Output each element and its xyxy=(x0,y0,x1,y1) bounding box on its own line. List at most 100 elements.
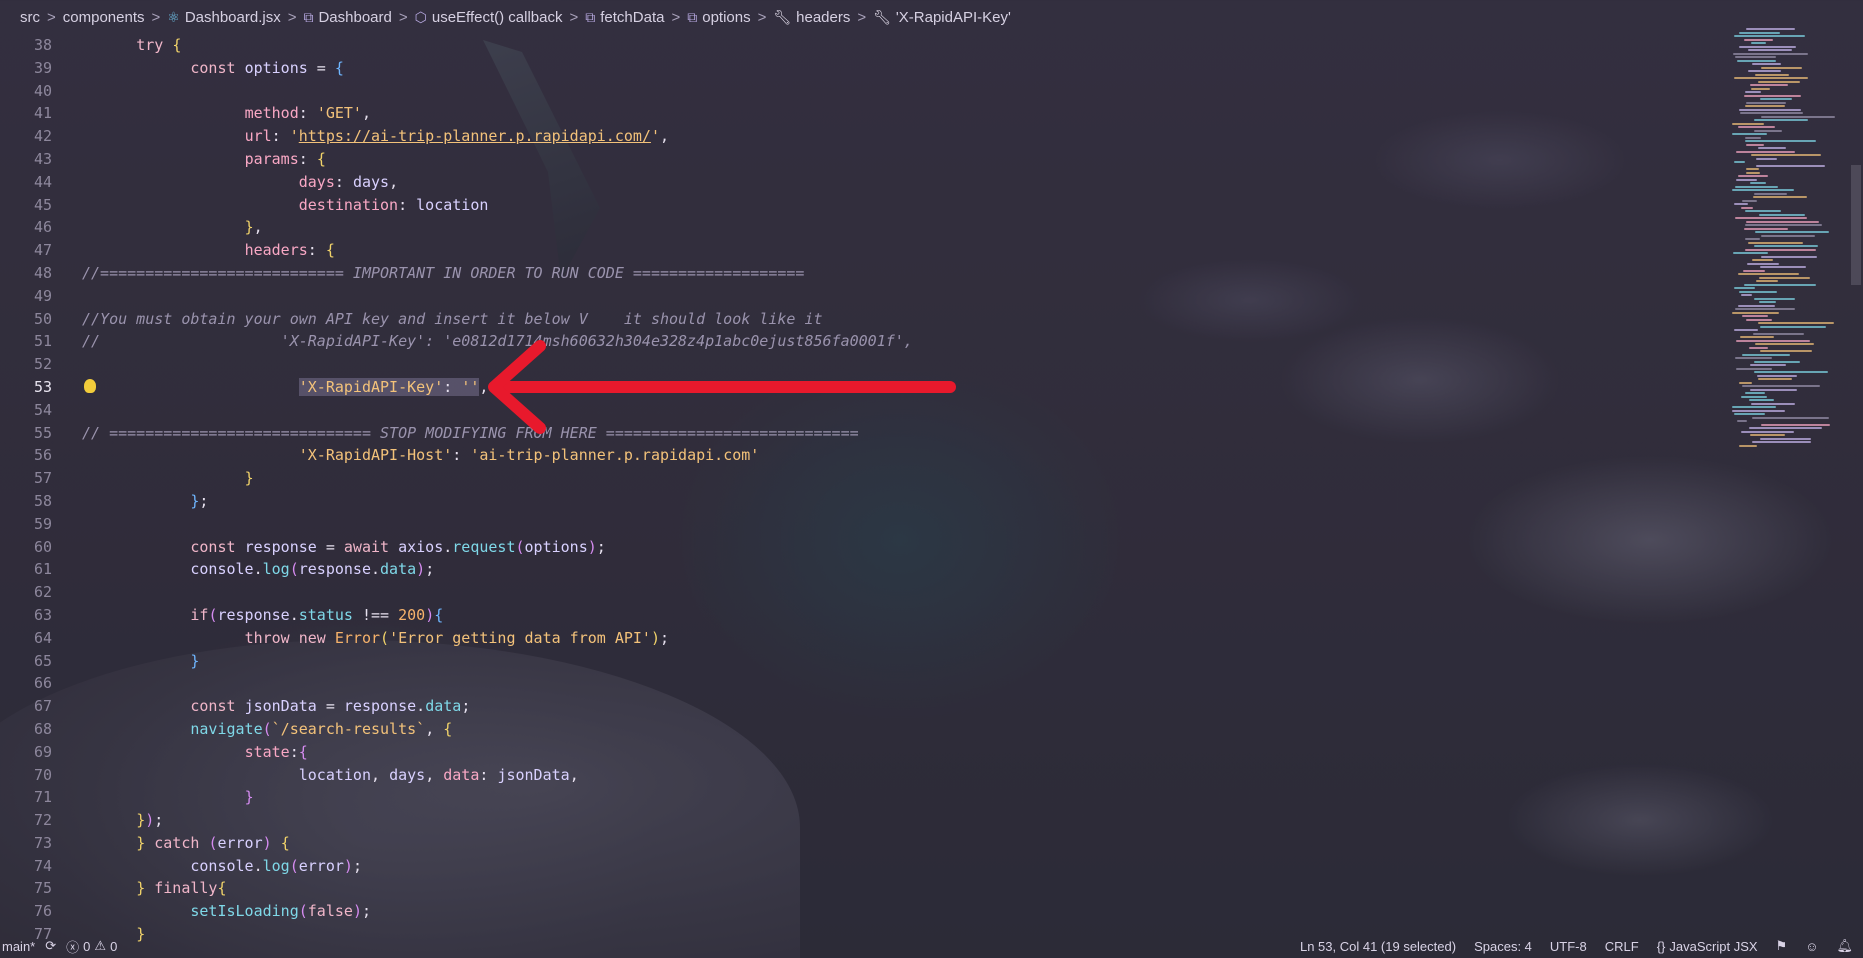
minimap-row xyxy=(1754,119,1808,121)
minimap-row xyxy=(1733,252,1768,254)
code-line: 38 try { xyxy=(0,34,1720,57)
minimap-row xyxy=(1741,430,1794,433)
line-number: 44 xyxy=(33,172,52,191)
minimap-row xyxy=(1736,150,1795,153)
minimap-row xyxy=(1736,367,1772,370)
breadcrumb-item-components[interactable]: components xyxy=(63,9,145,26)
minimap-row xyxy=(1745,248,1816,251)
wrench-icon: 🔧︎ xyxy=(873,8,891,25)
minimap-row xyxy=(1746,101,1786,104)
code-line: 59 xyxy=(0,513,1720,536)
line-number: 50 xyxy=(33,309,52,328)
minimap-row xyxy=(1755,343,1814,345)
breadcrumb-item-useeffect[interactable]: ⬡ useEffect() callback xyxy=(415,9,563,26)
minimap-row xyxy=(1744,283,1816,286)
cursor-position[interactable]: Ln 53, Col 41 (19 selected) xyxy=(1300,939,1456,954)
line-number: 56 xyxy=(33,446,52,465)
chevron-right-icon: > xyxy=(857,8,867,26)
scrollbar-thumb[interactable] xyxy=(1851,165,1861,285)
minimap-row xyxy=(1750,388,1797,391)
minimap-row xyxy=(1758,80,1800,83)
sync-icon[interactable]: ⟳ xyxy=(45,938,56,954)
minimap-row xyxy=(1734,35,1805,37)
url-link[interactable]: https://ai-trip-planner.p.rapidapi.com/ xyxy=(299,127,651,145)
minimap-row xyxy=(1753,332,1804,335)
minimap-row xyxy=(1746,220,1819,223)
line-number: 55 xyxy=(33,423,52,442)
minimap-row xyxy=(1734,203,1748,205)
code-line: 45 destination: location xyxy=(0,194,1720,217)
minimap-row xyxy=(1750,434,1785,436)
minimap-row xyxy=(1742,315,1768,317)
breadcrumb-item-options[interactable]: ⧉ options xyxy=(687,9,750,26)
minimap[interactable] xyxy=(1732,28,1852,448)
minimap-row xyxy=(1735,308,1795,310)
minimap-row xyxy=(1746,171,1760,174)
breadcrumb-item-src[interactable]: src xyxy=(20,9,40,26)
minimap-row xyxy=(1760,350,1812,352)
breadcrumb-item-fetchdata[interactable]: ⧉ fetchData xyxy=(585,9,664,26)
minimap-row xyxy=(1749,427,1822,429)
minimap-row xyxy=(1758,147,1786,149)
code-line: 43 params: { xyxy=(0,148,1720,171)
branch-indicator[interactable]: main* xyxy=(2,939,35,954)
chevron-right-icon: > xyxy=(398,8,408,26)
feedback-icon[interactable]: ☺ xyxy=(1805,939,1818,954)
chevron-right-icon: > xyxy=(671,8,681,26)
warning-icon: ⚠ xyxy=(94,938,107,953)
minimap-row xyxy=(1745,238,1760,240)
minimap-row xyxy=(1735,217,1807,219)
code-line: 65 } xyxy=(0,650,1720,673)
breadcrumb: src > components > ⚛ Dashboard.jsx > ⧉ D… xyxy=(0,0,1863,34)
minimap-row xyxy=(1734,413,1765,415)
minimap-row xyxy=(1753,196,1807,198)
minimap-row xyxy=(1746,28,1795,30)
minimap-row xyxy=(1734,287,1755,289)
minimap-row xyxy=(1732,311,1779,314)
indentation[interactable]: Spaces: 4 xyxy=(1474,939,1532,954)
line-number: 40 xyxy=(33,81,52,100)
minimap-row xyxy=(1759,213,1805,216)
minimap-row xyxy=(1761,234,1815,237)
code-line: 62 xyxy=(0,581,1720,604)
code-line: 50//You must obtain your own API key and… xyxy=(0,308,1720,331)
encoding[interactable]: UTF-8 xyxy=(1550,939,1587,954)
problems-indicator[interactable]: ⓧ 0 ⚠ 0 xyxy=(66,937,117,956)
minimap-row xyxy=(1738,304,1775,307)
minimap-row xyxy=(1759,276,1810,279)
minimap-row xyxy=(1734,329,1758,331)
minimap-row xyxy=(1740,112,1803,114)
code-line: 68 navigate(`/search-results`, { xyxy=(0,718,1720,741)
line-number: 66 xyxy=(33,674,52,693)
code-line: 46 }, xyxy=(0,216,1720,239)
line-number: 42 xyxy=(33,127,52,146)
code-line: 75 } finally{ xyxy=(0,877,1720,900)
breadcrumb-item-dashboard[interactable]: ⧉ Dashboard xyxy=(303,9,391,26)
breadcrumb-item-x-rapidapi-key[interactable]: 🔧︎ 'X-RapidAPI-Key' xyxy=(873,9,1011,26)
minimap-row xyxy=(1739,381,1752,384)
line-number: 62 xyxy=(33,583,52,602)
line-number: 74 xyxy=(33,856,52,875)
minimap-row xyxy=(1748,241,1803,244)
live-share-icon[interactable]: ⚑ xyxy=(1776,938,1788,954)
language-mode[interactable]: {} JavaScript JSX xyxy=(1657,939,1758,954)
minimap-row xyxy=(1738,175,1768,177)
minimap-row xyxy=(1745,140,1816,142)
minimap-row xyxy=(1745,136,1761,139)
minimap-row xyxy=(1732,122,1764,125)
breadcrumb-item-dashboard-jsx[interactable]: ⚛ Dashboard.jsx xyxy=(167,9,280,26)
minimap-row xyxy=(1745,392,1765,394)
line-number: 76 xyxy=(33,902,52,921)
line-number: 45 xyxy=(33,195,52,214)
code-editor[interactable]: 38 try { 39 const options = { 40 41 meth… xyxy=(0,34,1720,943)
line-ending[interactable]: CRLF xyxy=(1605,939,1639,954)
code-line: 63 if(response.status !== 200){ xyxy=(0,604,1720,627)
minimap-row xyxy=(1761,423,1830,426)
line-number: 58 xyxy=(33,491,52,510)
minimap-row xyxy=(1744,94,1801,97)
minimap-row xyxy=(1751,87,1770,90)
notifications-icon[interactable]: 🔔︎ xyxy=(1836,938,1853,954)
minimap-row xyxy=(1750,84,1788,86)
minimap-row xyxy=(1748,49,1792,51)
breadcrumb-item-headers[interactable]: 🔧︎ headers xyxy=(773,9,850,26)
